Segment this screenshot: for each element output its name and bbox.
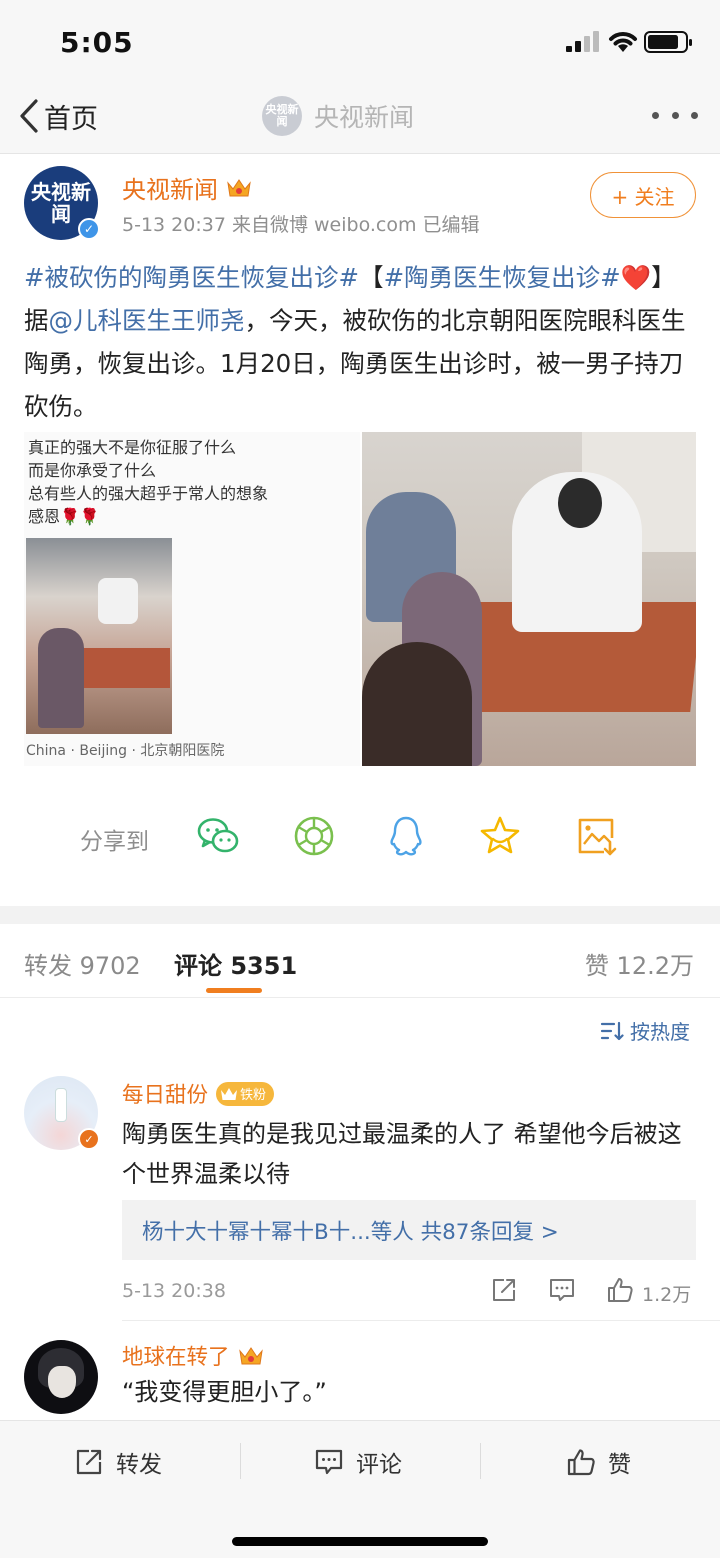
sort-icon: [600, 1021, 624, 1040]
post-image-left[interactable]: 真正的强大不是你征服了什么 而是你承受了什么 总有些人的强大超乎于常人的想象 感…: [24, 432, 360, 766]
replies-summary[interactable]: 杨十大十幂十幂十B十...等人 共87条回复 >: [122, 1200, 696, 1260]
home-indicator[interactable]: [232, 1537, 488, 1546]
tab-comment[interactable]: 评论 5351: [174, 946, 297, 981]
post-text: #被砍伤的陶勇医生恢复出诊#【#陶勇医生恢复出诊#❤️】据@儿科医生王师尧，今天…: [24, 256, 700, 428]
share-label: 分享到: [80, 829, 149, 855]
topic-link[interactable]: #被砍伤的陶勇医生恢复出诊#: [24, 263, 359, 292]
qq-icon[interactable]: [384, 814, 428, 858]
wifi-icon: [609, 32, 637, 52]
tab-repost[interactable]: 转发 9702: [24, 946, 141, 981]
comment-text: 陶勇医生真的是我见过最温柔的人了 希望他今后被这个世界温柔以待: [122, 1120, 682, 1188]
post-image-right[interactable]: [362, 432, 696, 766]
nav-title-text: 央视新闻: [314, 103, 415, 132]
image-location-caption: China · Beijing · 北京朝阳医院: [26, 743, 225, 759]
more-options-icon[interactable]: [652, 112, 698, 122]
section-gap: [0, 906, 720, 924]
comment-label: 评论: [356, 1452, 402, 1478]
verified-badge-icon: ✓: [78, 218, 100, 240]
image-quote-line: 而是你承受了什么: [28, 461, 157, 480]
verified-badge-icon: ✓: [78, 1128, 100, 1150]
status-time: 5:05: [60, 26, 134, 59]
like-button[interactable]: 赞: [566, 1445, 631, 1479]
battery-icon: [644, 31, 692, 53]
mention-link[interactable]: @儿科医生王师尧: [49, 306, 245, 335]
like-icon: [567, 1449, 595, 1476]
back-button[interactable]: 首页: [18, 96, 98, 136]
bracket-open: 【: [359, 263, 384, 292]
repost-button[interactable]: 转发: [74, 1445, 162, 1479]
fans-badge-label: 铁粉: [240, 1088, 267, 1103]
comment-divider: [122, 1320, 720, 1321]
comment-time: 5-13 20:38: [122, 1280, 226, 1302]
comment-icon: [315, 1449, 343, 1475]
vip-crown-icon: [238, 1346, 263, 1364]
bottom-action-bar: 转发 评论 赞: [0, 1420, 720, 1558]
favorite-star-icon[interactable]: [478, 814, 522, 858]
image-quote-line: 真正的强大不是你征服了什么: [28, 438, 237, 457]
repost-label: 转发: [116, 1452, 162, 1478]
post-meta: 5-13 20:37 来自微博 weibo.com 已编辑: [122, 214, 480, 236]
repost-icon[interactable]: [490, 1276, 518, 1304]
topic-link[interactable]: #陶勇医生恢复出诊#: [384, 263, 621, 292]
comment-text: “我变得更胆小了。”: [122, 1378, 327, 1406]
separator: [240, 1443, 241, 1479]
comment-icon[interactable]: [548, 1276, 576, 1304]
comment-author[interactable]: 地球在转了: [122, 1340, 264, 1371]
separator: [480, 1443, 481, 1479]
sort-label: 按热度: [630, 1020, 690, 1044]
tab-like[interactable]: 赞 12.2万: [585, 946, 694, 981]
author-name: 央视新闻: [122, 176, 218, 204]
wechat-icon[interactable]: [196, 814, 240, 858]
post-author[interactable]: 央视新闻: [122, 170, 252, 205]
avatar[interactable]: [24, 1340, 98, 1414]
like-icon[interactable]: [606, 1276, 634, 1304]
comment-like-count: 1.2万: [642, 1284, 692, 1306]
chevron-left-icon: [20, 99, 38, 133]
save-image-icon[interactable]: [574, 814, 618, 858]
crown-icon: [221, 1087, 238, 1100]
active-tab-indicator: [206, 988, 262, 993]
interaction-tabs: 转发 9702 评论 5351 赞 12.2万: [0, 924, 720, 998]
moments-icon[interactable]: [292, 814, 336, 858]
nav-logo: 央视新闻: [262, 96, 302, 136]
nav-bar: 首页 央视新闻 央视新闻: [0, 80, 720, 154]
vip-crown-icon: [227, 178, 251, 196]
clinic-photo-small: [26, 538, 172, 734]
back-label: 首页: [44, 103, 98, 135]
cellular-signal-icon: [566, 30, 602, 52]
status-bar: 5:05: [0, 0, 720, 80]
image-quote-line: 总有些人的强大超乎于常人的想象: [28, 484, 269, 503]
comment-author[interactable]: 每日甜份 铁粉: [122, 1078, 275, 1109]
comment-author-name: 地球在转了: [122, 1345, 230, 1370]
fans-badge: 铁粉: [216, 1081, 275, 1106]
heart-emoji: ❤️: [620, 263, 652, 292]
comment-author-name: 每日甜份: [122, 1083, 209, 1108]
nav-title: 央视新闻 央视新闻: [262, 96, 414, 136]
image-quote-line: 感恩🌹🌹: [28, 507, 100, 526]
repost-icon: [76, 1449, 102, 1475]
image-quote: 真正的强大不是你征服了什么 而是你承受了什么 总有些人的强大超乎于常人的想象 感…: [28, 436, 268, 528]
comment-button[interactable]: 评论: [314, 1445, 402, 1479]
like-label: 赞: [608, 1452, 631, 1478]
follow-button[interactable]: + 关注: [590, 172, 696, 218]
sort-by-hot-button[interactable]: 按热度: [600, 1016, 690, 1045]
